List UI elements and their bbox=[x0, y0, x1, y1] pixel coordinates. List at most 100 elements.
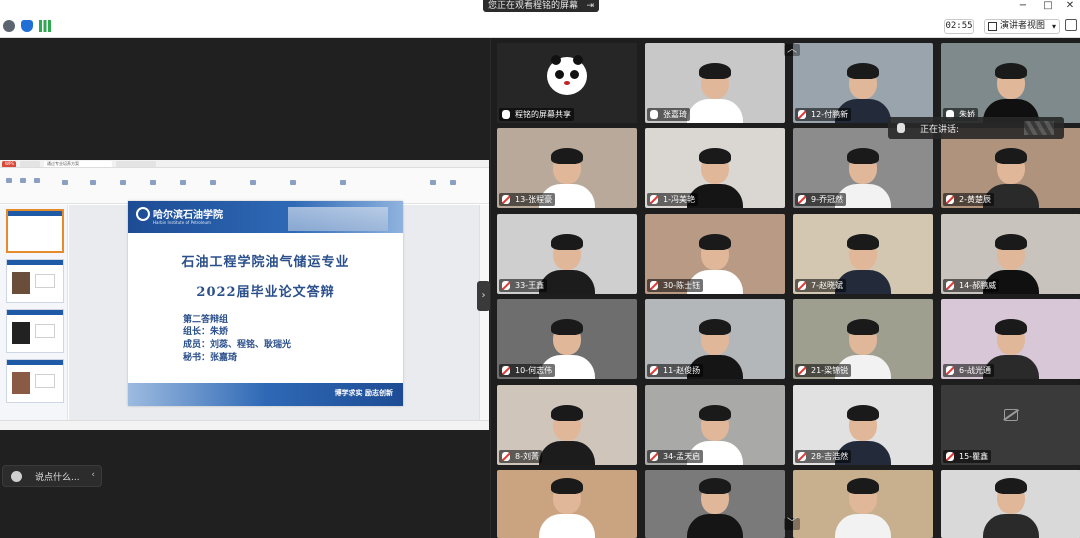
ribbon-icon[interactable] bbox=[150, 180, 156, 185]
participant-tile[interactable]: 28-吉浩然 bbox=[793, 385, 933, 465]
speaker-view-button[interactable]: 演讲者视图 ▾ bbox=[984, 19, 1060, 34]
slide-thumbnail[interactable] bbox=[6, 309, 64, 353]
participant-video bbox=[539, 474, 595, 538]
participant-name-label: 1-冯美艳 bbox=[647, 193, 698, 206]
mic-muted-icon bbox=[650, 281, 658, 290]
maximize-button[interactable]: □ bbox=[1041, 0, 1055, 12]
participant-name-label: 2-黄楚辰 bbox=[943, 193, 994, 206]
participant-name-label: 6-战光通 bbox=[943, 364, 994, 377]
close-button[interactable]: ✕ bbox=[1063, 0, 1077, 12]
ribbon-icon[interactable] bbox=[20, 178, 26, 183]
participant-name: 9-乔冠然 bbox=[811, 195, 843, 204]
ribbon-icon[interactable] bbox=[6, 178, 12, 183]
emoji-icon[interactable] bbox=[11, 471, 22, 482]
ribbon-icon[interactable] bbox=[450, 180, 456, 185]
participant-tile[interactable]: 6-战光通 bbox=[941, 299, 1080, 379]
chat-input[interactable]: 说点什么... ‹ bbox=[2, 465, 102, 487]
participant-video bbox=[835, 474, 891, 538]
mic-muted-icon bbox=[798, 281, 806, 290]
participant-tile[interactable] bbox=[645, 470, 785, 538]
participant-tile[interactable]: 15-瞿鑫 bbox=[941, 385, 1080, 465]
grid-icon bbox=[988, 22, 997, 31]
participant-name: 12-付鹏新 bbox=[811, 110, 849, 119]
speaking-indicator: 正在讲话: bbox=[888, 117, 1064, 139]
ribbon-icon[interactable] bbox=[290, 180, 296, 185]
slide-subtitle: 2022届毕业论文答辩 bbox=[196, 285, 335, 300]
meeting-timer: 02:55 bbox=[944, 19, 974, 34]
slide-thumbnail[interactable] bbox=[6, 259, 64, 303]
grid-scroll-down-button[interactable]: ﹀ bbox=[784, 518, 800, 530]
participant-tile[interactable]: 14-郝鹏威 bbox=[941, 214, 1080, 294]
ribbon-icon[interactable] bbox=[120, 180, 126, 185]
participant-name-label: 33-王鑫 bbox=[499, 279, 548, 292]
participant-name: 33-王鑫 bbox=[515, 281, 545, 290]
ribbon-icon[interactable] bbox=[250, 180, 256, 185]
participant-tile[interactable]: 13-张程豪 bbox=[497, 128, 637, 208]
participant-tile[interactable]: 30-陈士钰 bbox=[645, 214, 785, 294]
mic-muted-icon bbox=[946, 281, 954, 290]
participant-tile[interactable]: 8-刘菁 bbox=[497, 385, 637, 465]
screen-share-notice[interactable]: 您正在观看程铭的屏幕 ⇥ bbox=[483, 0, 599, 12]
mic-muted-icon bbox=[798, 110, 806, 119]
microphone-icon bbox=[502, 110, 510, 119]
participant-name-label: 21-梁锦锐 bbox=[795, 364, 852, 377]
participant-name-label: 11-赵俊扬 bbox=[647, 364, 704, 377]
slide-members: 成员：刘蕊、程铭、耿瑞光 bbox=[183, 340, 292, 350]
participant-tile[interactable]: 21-梁锦锐 bbox=[793, 299, 933, 379]
exit-icon[interactable]: ⇥ bbox=[586, 0, 594, 12]
participant-video bbox=[687, 59, 743, 123]
ribbon-icon[interactable] bbox=[340, 180, 346, 185]
participant-tile[interactable]: 朱娇 bbox=[941, 43, 1080, 123]
ribbon-icon[interactable] bbox=[210, 180, 216, 185]
participant-tile[interactable]: 10-何志伟 bbox=[497, 299, 637, 379]
participant-tile[interactable]: 12-付鹏新 bbox=[793, 43, 933, 123]
slide-header: 哈尔滨石油学院 Harbin Institute of Petroleum bbox=[128, 201, 403, 233]
vertical-scrollbar[interactable] bbox=[479, 205, 489, 420]
participant-name: 8-刘菁 bbox=[515, 452, 539, 461]
participant-tile[interactable] bbox=[793, 470, 933, 538]
ribbon-icon[interactable] bbox=[62, 180, 68, 185]
speaking-label: 正在讲话: bbox=[920, 125, 960, 135]
app-tab[interactable] bbox=[116, 161, 156, 167]
participant-name: 11-赵俊扬 bbox=[663, 366, 701, 375]
app-tab[interactable]: 通过专业培养方案 bbox=[44, 161, 112, 167]
participant-tile[interactable] bbox=[497, 470, 637, 538]
app-tab-strip: WPS 通过专业培养方案 bbox=[0, 160, 489, 168]
participant-tile[interactable]: 7-赵晓斌 bbox=[793, 214, 933, 294]
participant-tile[interactable]: 2-黄楚辰 bbox=[941, 128, 1080, 208]
chevron-down-icon: ▾ bbox=[1051, 22, 1056, 31]
info-icon[interactable] bbox=[3, 20, 15, 32]
app-tab[interactable]: WPS bbox=[2, 161, 16, 167]
shield-icon[interactable] bbox=[21, 20, 33, 32]
participant-name-label: 12-付鹏新 bbox=[795, 108, 852, 121]
participant-video bbox=[539, 230, 595, 294]
participant-tile[interactable]: 程铭的屏幕共享 bbox=[497, 43, 637, 123]
participant-tile[interactable]: 张嘉琦 bbox=[645, 43, 785, 123]
participant-tile[interactable] bbox=[941, 470, 1080, 538]
fullscreen-icon[interactable] bbox=[1065, 19, 1077, 31]
meeting-window: 您正在观看程铭的屏幕 ⇥ − □ ✕ 02:55 演讲者视图 ▾ WPS 通过专… bbox=[0, 0, 1080, 538]
participant-name: 张嘉琦 bbox=[663, 110, 687, 119]
slide-thumbnail[interactable] bbox=[6, 209, 64, 253]
participant-video bbox=[687, 474, 743, 538]
ribbon-icon[interactable] bbox=[34, 178, 40, 183]
participant-tile[interactable]: 9-乔冠然 bbox=[793, 128, 933, 208]
ribbon-icon[interactable] bbox=[90, 180, 96, 185]
chevron-left-icon[interactable]: ‹ bbox=[91, 470, 95, 480]
signal-icon[interactable] bbox=[39, 20, 51, 32]
ribbon-icon[interactable] bbox=[180, 180, 186, 185]
minimize-button[interactable]: − bbox=[1016, 0, 1030, 12]
app-tab[interactable] bbox=[20, 161, 40, 167]
mic-muted-icon bbox=[798, 195, 806, 204]
grid-scroll-up-button[interactable]: ︿ bbox=[784, 44, 800, 56]
collapse-panel-button[interactable]: › bbox=[477, 281, 490, 311]
participant-tile[interactable]: 1-冯美艳 bbox=[645, 128, 785, 208]
ribbon-icon[interactable] bbox=[430, 180, 436, 185]
participant-tile[interactable]: 34-孟天启 bbox=[645, 385, 785, 465]
slide-thumbnail-panel bbox=[0, 205, 68, 420]
slide-group: 第二答辩组 bbox=[183, 315, 229, 325]
participant-tile[interactable]: 11-赵俊扬 bbox=[645, 299, 785, 379]
slide-thumbnail[interactable] bbox=[6, 359, 64, 403]
video-grid: 程铭的屏幕共享 张嘉琦 12-付鹏新 朱娇 13-张程豪 1-冯美艳 9-乔冠然 2-黄楚辰 3… bbox=[490, 38, 1080, 538]
participant-tile[interactable]: 33-王鑫 bbox=[497, 214, 637, 294]
